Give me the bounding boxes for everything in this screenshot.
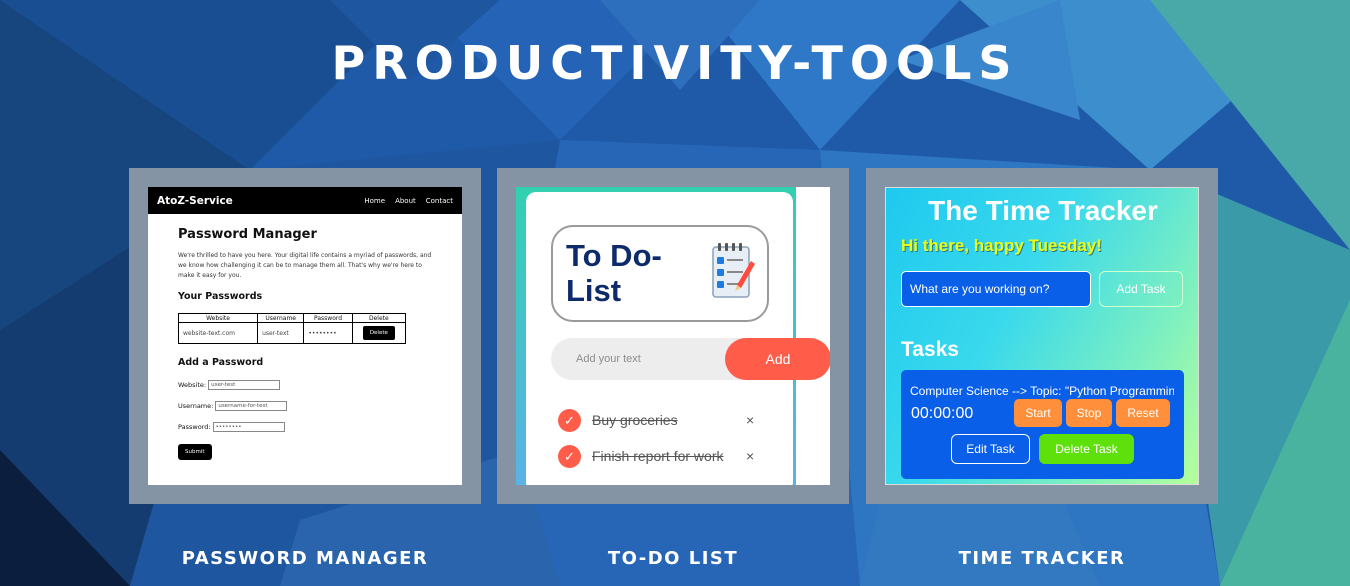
todo-item-text: Buy groceries <box>592 412 678 428</box>
password-label: Password: <box>178 423 211 431</box>
stop-button: Stop <box>1066 399 1112 427</box>
todo-input-placeholder: Add your text <box>576 353 641 365</box>
passwords-table: Website Username Password Delete website… <box>177 313 407 344</box>
username-label: Username: <box>178 402 214 410</box>
notepad-icon <box>712 243 755 298</box>
delete-button: Delete <box>362 326 395 340</box>
time-tracker-screenshot: The Time Tracker Hi there, happy Tuesday… <box>885 187 1199 485</box>
col-username: Username <box>257 313 305 323</box>
time-tracker-card[interactable]: The Time Tracker Hi there, happy Tuesday… <box>866 168 1218 504</box>
close-icon: × <box>746 448 755 464</box>
password-manager-screenshot: AtoZ-Service Home About Contact Password… <box>148 187 462 485</box>
col-password: Password <box>303 313 353 323</box>
todo-list-card[interactable]: To Do- List Add your text Add ✓ Buy groc… <box>497 168 849 504</box>
nav-home: Home <box>364 196 386 205</box>
page-title: PRODUCTIVITY-TOOLS <box>331 36 1019 90</box>
edit-task-button: Edit Task <box>951 434 1030 464</box>
greeting-text: Hi there, happy Tuesday! <box>901 236 1102 255</box>
todo-header: To Do- List <box>551 225 769 322</box>
website-input: user-test <box>208 380 281 390</box>
time-tracker-caption[interactable]: TIME TRACKER <box>866 548 1218 569</box>
pm-heading: Password Manager <box>178 227 317 242</box>
your-passwords-heading: Your Passwords <box>178 291 263 302</box>
todo-list-screenshot: To Do- List Add your text Add ✓ Buy groc… <box>516 187 830 485</box>
delete-task-button: Delete Task <box>1039 434 1134 464</box>
start-button: Start <box>1014 399 1062 427</box>
cell-username: user-text <box>257 322 305 344</box>
tasks-heading: Tasks <box>901 338 959 361</box>
add-task-button: Add Task <box>1099 271 1183 307</box>
check-icon: ✓ <box>558 409 581 432</box>
password-input: •••••••• <box>212 422 285 432</box>
table-row: website-text.com user-text •••••••• Dele… <box>177 322 407 344</box>
close-icon: × <box>746 412 755 428</box>
nav-about: About <box>395 196 416 205</box>
col-website: Website <box>177 313 259 323</box>
task-text: Computer Science --> Topic: "Python Prog… <box>910 384 1174 398</box>
cell-password: •••••••• <box>303 322 353 344</box>
password-manager-caption[interactable]: PASSWORD MANAGER <box>129 548 481 569</box>
todo-heading-line1: To Do- <box>566 238 662 273</box>
task-input: What are you working on? <box>901 271 1091 307</box>
todo-item-text: Finish report for work <box>592 448 724 464</box>
navbar: AtoZ-Service Home About Contact <box>148 187 462 214</box>
col-delete: Delete <box>351 313 407 323</box>
username-input: username-for-test <box>215 401 288 411</box>
add-button: Add <box>725 338 830 380</box>
nav-contact: Contact <box>425 196 453 205</box>
list-item: ✓ Finish report for work × <box>558 445 798 469</box>
todo-heading-line2: List <box>566 273 622 308</box>
reset-button: Reset <box>1116 399 1170 427</box>
tt-heading: The Time Tracker <box>928 195 1158 226</box>
check-icon: ✓ <box>558 445 581 468</box>
password-manager-card[interactable]: AtoZ-Service Home About Contact Password… <box>129 168 481 504</box>
cell-website: website-text.com <box>177 322 259 344</box>
add-password-heading: Add a Password <box>178 357 264 368</box>
submit-button: Submit <box>178 444 212 460</box>
website-label: Website: <box>178 381 207 389</box>
list-item: ✓ Buy groceries × <box>558 409 798 433</box>
todo-list-caption[interactable]: TO-DO LIST <box>497 548 849 569</box>
task-card: Computer Science --> Topic: "Python Prog… <box>901 370 1184 479</box>
timer-display: 00:00:00 <box>911 405 974 422</box>
pm-intro: We're thrilled to have you here. Your di… <box>178 252 432 279</box>
brand-logo: AtoZ-Service <box>157 194 233 207</box>
